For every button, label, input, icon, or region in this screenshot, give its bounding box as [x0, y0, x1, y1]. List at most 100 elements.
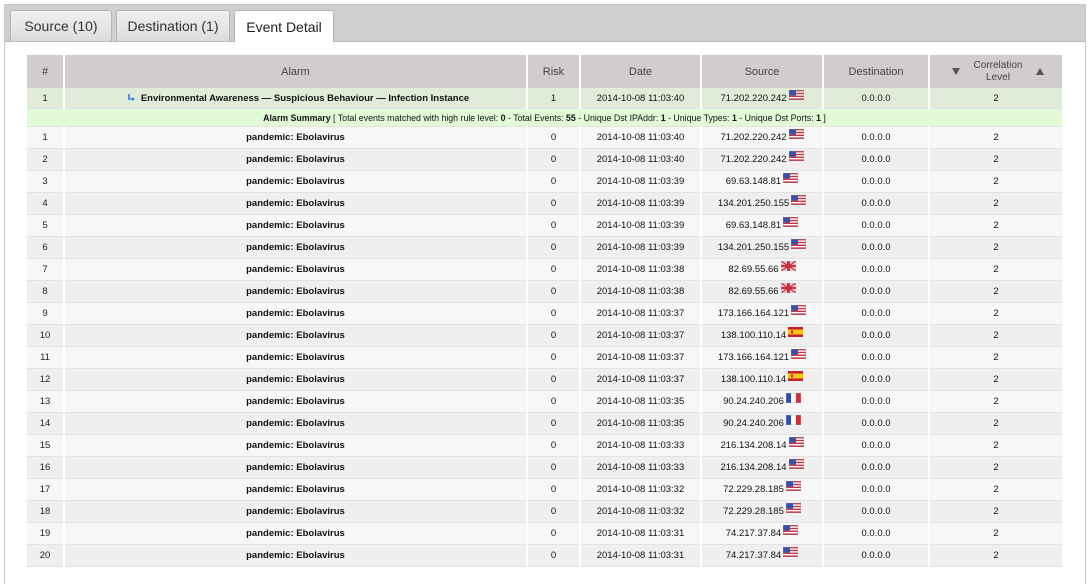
table-row[interactable]: 3 pandemic: Ebolavirus 0 2014-10-08 11:03:3…: [27, 170, 1062, 193]
table-row[interactable]: 12 pandemic: Ebolavirus 0 2014-10-08 11:03:…: [27, 368, 1062, 391]
table-row[interactable]: 19 pandemic: Ebolavirus 0 2014-10-08 11:03:…: [27, 522, 1062, 545]
risk-value-cell: 0: [527, 522, 581, 545]
table-row[interactable]: 20 pandemic: Ebolavirus 0 2014-10-08 11:03:…: [27, 544, 1062, 567]
alarm-name-cell[interactable]: pandemic: Ebolavirus: [64, 500, 528, 523]
table-row[interactable]: 2 pandemic: Ebolavirus 0 2014-10-08 11:03:4…: [27, 148, 1062, 171]
correlation-level-cell: 2: [929, 478, 1062, 501]
source-ip-cell[interactable]: 216.134.208.14: [701, 456, 824, 479]
column-header-destination[interactable]: Destination: [823, 55, 930, 88]
column-header-date[interactable]: Date: [580, 55, 702, 88]
alarm-name-cell[interactable]: pandemic: Ebolavirus: [64, 192, 528, 215]
table-row[interactable]: 7 pandemic: Ebolavirus 0 2014-10-08 11:03:3…: [27, 258, 1062, 281]
alarm-name: pandemic: Ebolavirus: [246, 462, 345, 473]
source-ip-cell[interactable]: 72.229.28.185: [701, 500, 824, 523]
table-row[interactable]: 18 pandemic: Ebolavirus 0 2014-10-08 11:03:…: [27, 500, 1062, 523]
source-ip-cell[interactable]: 69.63.148.81: [701, 170, 824, 193]
alarm-name: pandemic: Ebolavirus: [246, 264, 345, 275]
source-ip-cell[interactable]: 71.202.220.242: [701, 148, 824, 171]
source-ip-cell[interactable]: 134.201.250.155: [701, 236, 824, 259]
correlation-level: 2: [993, 132, 999, 143]
alarm-name-cell[interactable]: pandemic: Ebolavirus: [64, 214, 528, 237]
column-header-alarm[interactable]: Alarm: [64, 55, 528, 88]
alarm-name-cell[interactable]: pandemic: Ebolavirus: [64, 302, 528, 325]
source-ip-cell[interactable]: 138.100.110.14: [701, 324, 824, 347]
table-row[interactable]: 6 pandemic: Ebolavirus 0 2014-10-08 11:03:3…: [27, 236, 1062, 259]
table-row[interactable]: 17 pandemic: Ebolavirus 0 2014-10-08 11:03:…: [27, 478, 1062, 501]
column-header-num[interactable]: #: [27, 55, 65, 88]
alarm-name-cell[interactable]: pandemic: Ebolavirus: [64, 126, 528, 149]
alarm-name-cell[interactable]: pandemic: Ebolavirus: [64, 412, 528, 435]
table-row[interactable]: 5 pandemic: Ebolavirus 0 2014-10-08 11:03:3…: [27, 214, 1062, 237]
source-ip-cell[interactable]: 134.201.250.155: [701, 192, 824, 215]
event-date: 2014-10-08 11:03:39: [596, 242, 685, 253]
source-ip-cell[interactable]: 138.100.110.14: [701, 368, 824, 391]
tab-destination[interactable]: Destination (1): [116, 10, 230, 41]
alarm-name-cell[interactable]: pandemic: Ebolavirus: [64, 522, 528, 545]
sort-ascending-icon[interactable]: [1035, 68, 1044, 75]
table-row[interactable]: 13 pandemic: Ebolavirus 0 2014-10-08 11:03:…: [27, 390, 1062, 413]
column-header-correlation[interactable]: Correlation Level: [929, 55, 1062, 88]
source-ip-cell[interactable]: 82.69.55.66: [701, 280, 824, 303]
table-row[interactable]: 4 pandemic: Ebolavirus 0 2014-10-08 11:03:3…: [27, 192, 1062, 215]
source-ip-cell[interactable]: 173.166.164.121: [701, 302, 824, 325]
source-ip-cell[interactable]: 74.217.37.84: [701, 544, 824, 567]
us-flag-icon: [790, 304, 807, 316]
alarm-name-cell[interactable]: pandemic: Ebolavirus: [64, 280, 528, 303]
source-ip-cell[interactable]: 90.24.240.206: [701, 412, 824, 435]
table-row[interactable]: 9 pandemic: Ebolavirus 0 2014-10-08 11:03:3…: [27, 302, 1062, 325]
alarm-name: pandemic: Ebolavirus: [246, 308, 345, 319]
row-num: 13: [39, 396, 51, 407]
destination-ip-cell: 0.0.0.0: [823, 258, 930, 281]
column-header-risk[interactable]: Risk: [527, 55, 581, 88]
source-ip-cell[interactable]: 82.69.55.66: [701, 258, 824, 281]
risk-value: 0: [550, 506, 557, 517]
column-header-source[interactable]: Source: [701, 55, 824, 88]
event-date-cell: 2014-10-08 11:03:37: [580, 302, 702, 325]
tab-source[interactable]: Source (10): [10, 10, 112, 41]
destination-ip-cell: 0.0.0.0: [823, 456, 930, 479]
alarm-name-cell[interactable]: pandemic: Ebolavirus: [64, 346, 528, 369]
table-row[interactable]: 11 pandemic: Ebolavirus 0 2014-10-08 11:03:…: [27, 346, 1062, 369]
main-alarm-cell[interactable]: Environmental Awareness — Suspicious Beh…: [64, 88, 528, 109]
source-ip-cell[interactable]: 74.217.37.84: [701, 522, 824, 545]
correlation-level: 2: [993, 330, 999, 341]
alarm-name-cell[interactable]: pandemic: Ebolavirus: [64, 324, 528, 347]
source-ip-cell[interactable]: 72.229.28.185: [701, 478, 824, 501]
alarm-name-cell[interactable]: pandemic: Ebolavirus: [64, 390, 528, 413]
correlation-level-cell: 2: [929, 302, 1062, 325]
table-row[interactable]: 8 pandemic: Ebolavirus 0 2014-10-08 11:03:3…: [27, 280, 1062, 303]
table-row[interactable]: 10 pandemic: Ebolavirus 0 2014-10-08 11:03:…: [27, 324, 1062, 347]
source-ip-cell[interactable]: 69.63.148.81: [701, 214, 824, 237]
table-row[interactable]: 1 pandemic: Ebolavirus 0 2014-10-08 11:03:4…: [27, 126, 1062, 149]
alarm-name-cell[interactable]: pandemic: Ebolavirus: [64, 170, 528, 193]
source-ip-cell[interactable]: 216.134.208.14: [701, 434, 824, 457]
es-flag-icon: [788, 327, 804, 337]
row-num: 18: [39, 506, 51, 517]
alarm-name-cell[interactable]: pandemic: Ebolavirus: [64, 544, 528, 567]
table-row[interactable]: 15 pandemic: Ebolavirus 0 2014-10-08 11:03:…: [27, 434, 1062, 457]
risk-value: 0: [550, 242, 557, 253]
main-alarm-source[interactable]: 71.202.220.242: [701, 88, 824, 109]
alarm-name-cell[interactable]: pandemic: Ebolavirus: [64, 148, 528, 171]
alarm-name-cell[interactable]: pandemic: Ebolavirus: [64, 434, 528, 457]
risk-value-cell: 0: [527, 302, 581, 325]
source-ip-cell[interactable]: 173.166.164.121: [701, 346, 824, 369]
us-flag-icon: [782, 546, 799, 558]
table-row[interactable]: 16 pandemic: Ebolavirus 0 2014-10-08 11:03:…: [27, 456, 1062, 479]
source-ip-cell[interactable]: 71.202.220.242: [701, 126, 824, 149]
sort-descending-icon[interactable]: [952, 68, 960, 75]
correlation-level-cell: 2: [929, 390, 1062, 413]
main-alarm-name: Environmental Awareness — Suspicious Beh…: [140, 92, 470, 104]
destination-ip: 0.0.0.0: [861, 374, 891, 385]
gb-flag-icon: [780, 282, 796, 294]
expand-arrow-icon[interactable]: [128, 93, 136, 101]
alarm-name-cell[interactable]: pandemic: Ebolavirus: [64, 368, 528, 391]
table-row[interactable]: 14 pandemic: Ebolavirus 0 2014-10-08 11:03:…: [27, 412, 1062, 435]
alarm-name-cell[interactable]: pandemic: Ebolavirus: [64, 236, 528, 259]
alarm-name-cell[interactable]: pandemic: Ebolavirus: [64, 478, 528, 501]
alarm-name-cell[interactable]: pandemic: Ebolavirus: [64, 258, 528, 281]
alarm-name-cell[interactable]: pandemic: Ebolavirus: [64, 456, 528, 479]
source-ip-cell[interactable]: 90.24.240.206: [701, 390, 824, 413]
main-alarm-row[interactable]: 1 Environmental Awareness — Suspicious B…: [27, 88, 1062, 109]
tab-event-detail[interactable]: Event Detail: [234, 10, 334, 42]
